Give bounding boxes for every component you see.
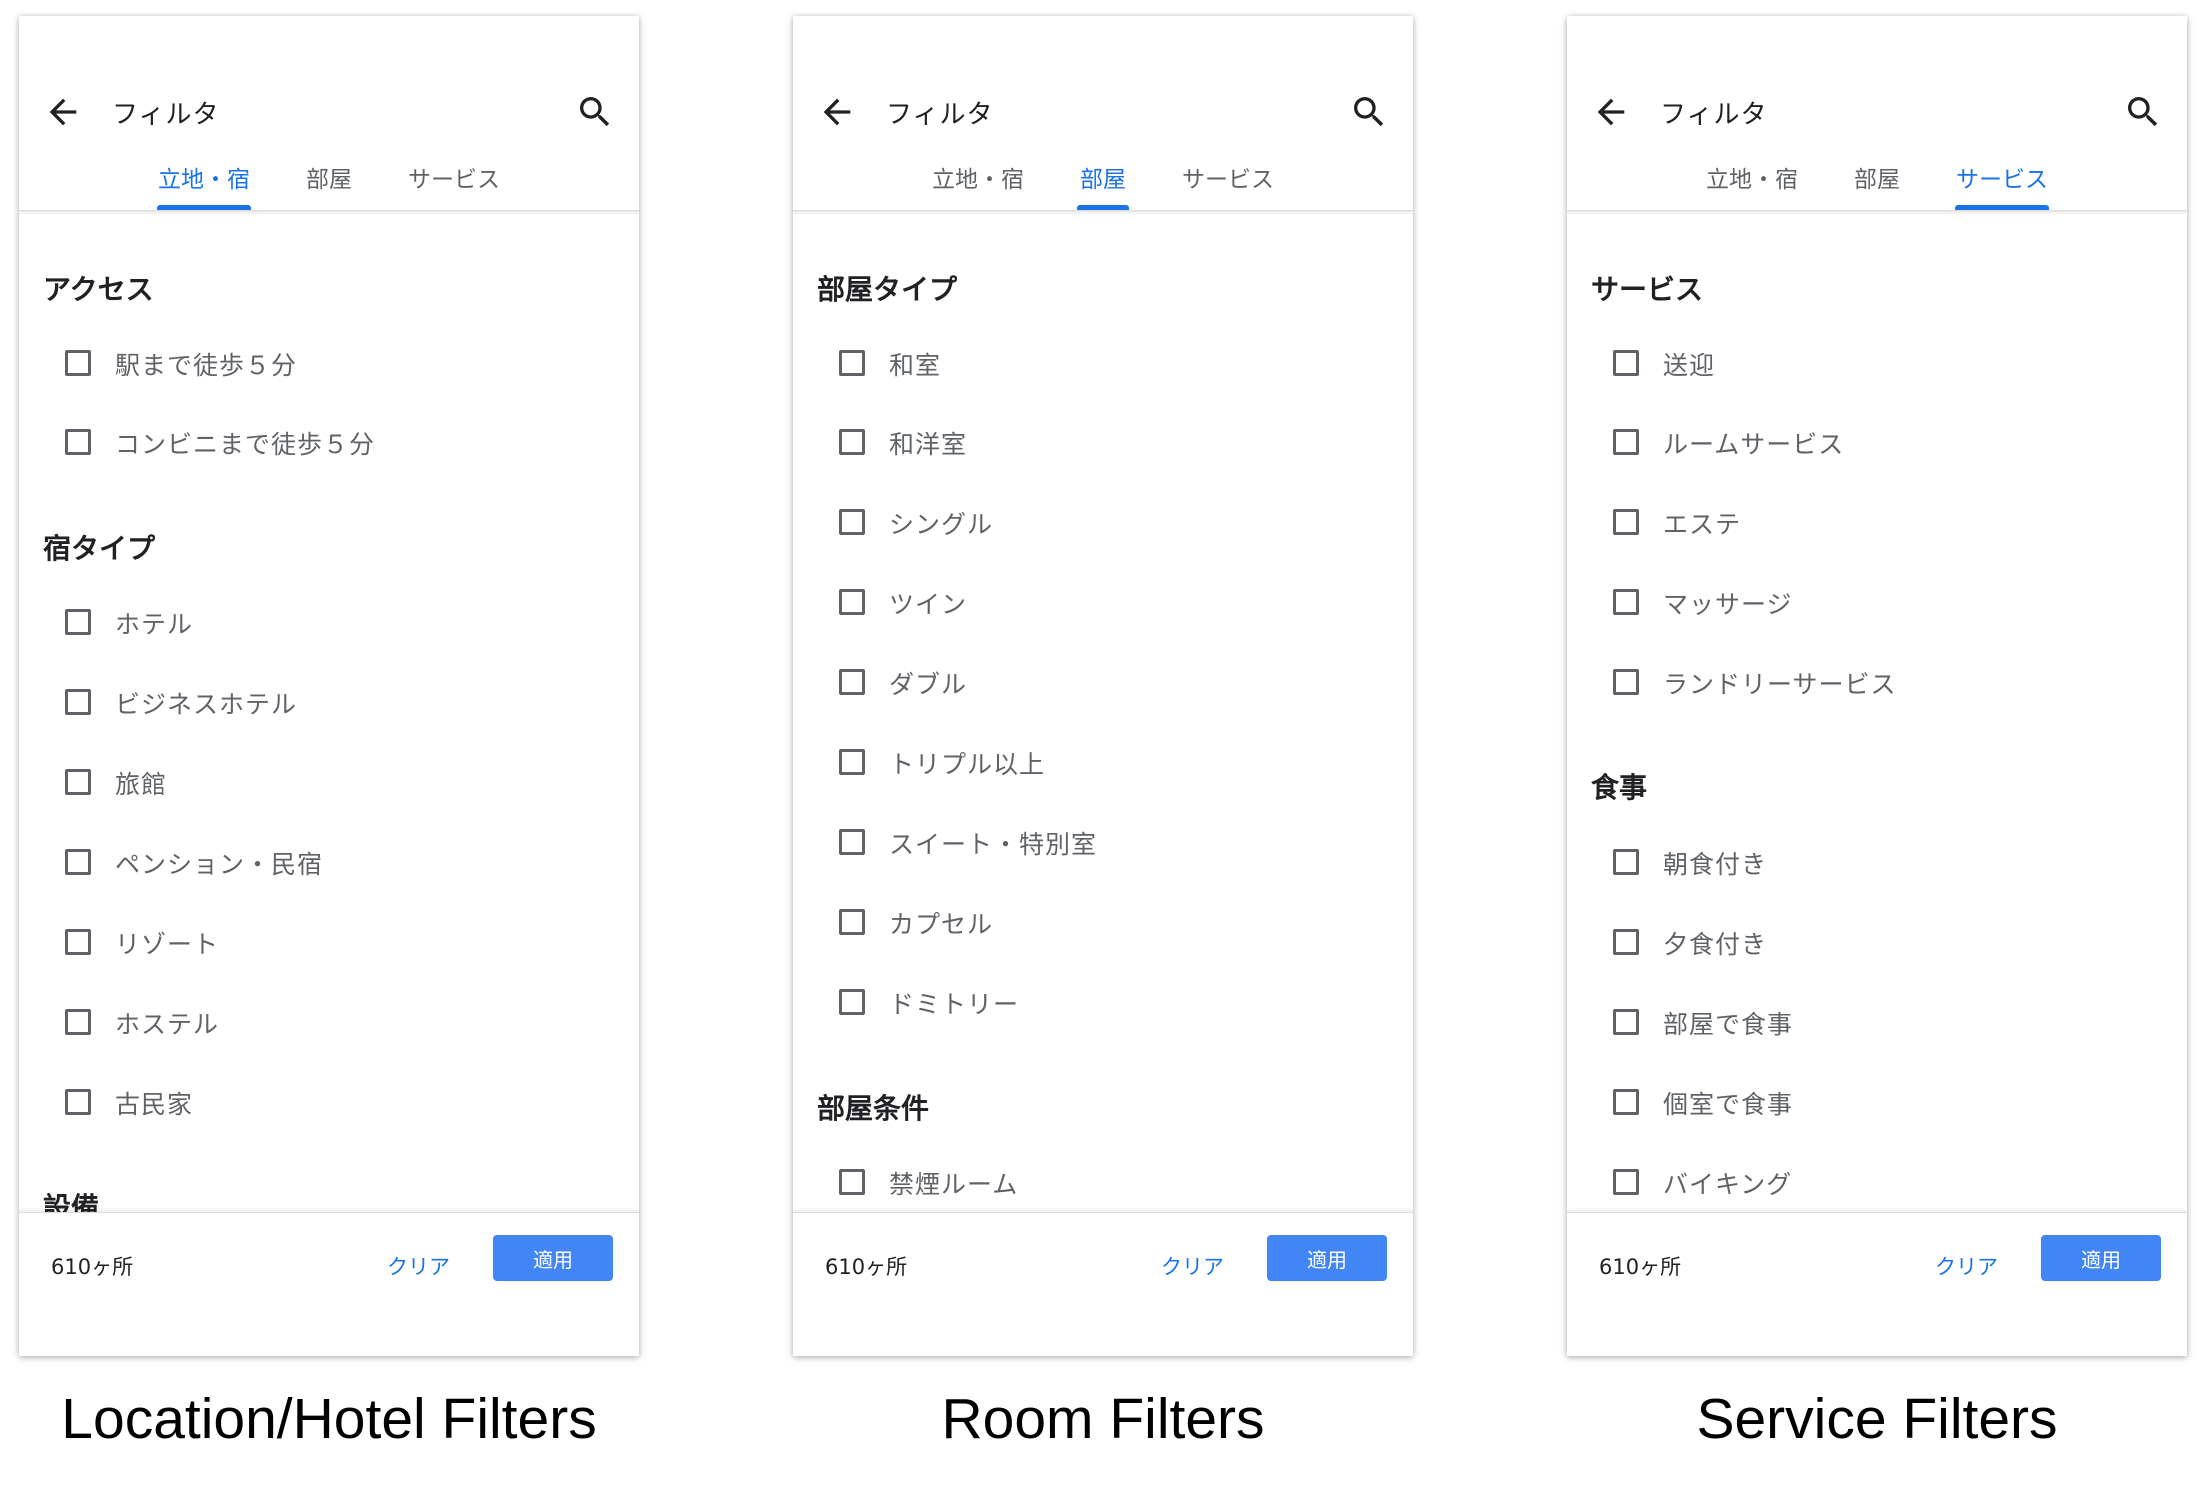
checkbox-icon[interactable] [1613,1169,1639,1195]
arrow-back-icon[interactable] [1591,92,1631,132]
checkbox-icon[interactable] [65,689,91,715]
checkbox-icon[interactable] [65,929,91,955]
checkbox-icon[interactable] [65,1089,91,1115]
checkbox-icon[interactable] [1613,1089,1639,1115]
checkbox-icon[interactable] [839,589,865,615]
arrow-back-icon[interactable] [817,92,857,132]
checkbox-icon[interactable] [1613,509,1639,535]
checkbox-icon[interactable] [839,829,865,855]
filter-screen-location: フィルタ 立地・宿 部屋 サービス アクセス 駅まで徒歩５分 コンビニまで徒歩５… [19,16,639,1356]
caption-room-filters: Room Filters [941,1387,1265,1451]
arrow-back-icon[interactable] [43,92,83,132]
filter-list: 部屋タイプ 和室 和洋室 シングル ツイン ダブル トリプル以上 スイート・特別… [793,211,1413,1212]
tab-location[interactable]: 立地・宿 [931,160,1025,208]
page-title: フィルタ [886,100,994,130]
checkbox-icon[interactable] [65,609,91,635]
tab-bar: 立地・宿 部屋 サービス [19,160,639,210]
checkbox-icon[interactable] [65,429,91,455]
caption-service-filters: Service Filters [1696,1387,2058,1451]
search-icon[interactable] [575,92,615,132]
tab-service[interactable]: サービス [1955,160,2049,210]
app-bar: フィルタ 立地・宿 部屋 サービス [793,16,1413,211]
tab-room[interactable]: 部屋 [1077,160,1129,210]
checkbox-icon[interactable] [839,1169,865,1195]
section-title-facilities: 設備 [43,1191,100,1212]
checkbox-icon[interactable] [65,769,91,795]
checkbox-icon[interactable] [1613,429,1639,455]
clear-button[interactable]: クリア [387,1251,450,1281]
checkbox-icon[interactable] [1613,669,1639,695]
checkbox-icon[interactable] [839,429,865,455]
filter-list: サービス 送迎 ルームサービス エステ マッサージ ランドリーサービス 食事 朝… [1567,211,2187,1212]
checkbox-icon[interactable] [1613,1009,1639,1035]
clear-button[interactable]: クリア [1161,1251,1224,1281]
checkbox-icon[interactable] [65,350,91,376]
tab-location[interactable]: 立地・宿 [1705,160,1799,208]
apply-button[interactable]: 適用 [493,1235,613,1281]
checkbox-icon[interactable] [1613,929,1639,955]
section-title-hotel-type: 宿タイプ [43,532,156,565]
tab-service[interactable]: サービス [1181,160,1275,208]
app-bar: フィルタ 立地・宿 部屋 サービス [19,16,639,211]
page-title: フィルタ [112,100,220,130]
checkbox-icon[interactable] [839,669,865,695]
tab-service[interactable]: サービス [407,160,501,208]
section-title-service: サービス [1591,273,1704,306]
caption-location-hotel-filters: Location/Hotel Filters [61,1387,597,1451]
tab-room[interactable]: 部屋 [303,160,355,208]
filter-list: アクセス 駅まで徒歩５分 コンビニまで徒歩５分 宿タイプ ホテル ビジネスホテル… [19,211,639,1212]
section-title-access: アクセス [43,273,154,306]
section-title-room-type: 部屋タイプ [817,273,958,306]
clear-button[interactable]: クリア [1935,1251,1998,1281]
search-icon[interactable] [2123,92,2163,132]
result-count: 610ヶ所 [1599,1255,1682,1279]
checkbox-icon[interactable] [839,350,865,376]
checkbox-icon[interactable] [1613,849,1639,875]
section-title-meals: 食事 [1591,771,1648,804]
bottom-bar: 610ヶ所 クリア 適用 [793,1212,1413,1356]
apply-button[interactable]: 適用 [1267,1235,1387,1281]
checkbox-icon[interactable] [839,509,865,535]
bottom-bar: 610ヶ所 クリア 適用 [19,1212,639,1356]
result-count: 610ヶ所 [825,1255,908,1279]
filter-screen-service: フィルタ 立地・宿 部屋 サービス サービス 送迎 ルームサービス エステ マッ… [1567,16,2187,1356]
result-count: 610ヶ所 [51,1255,134,1279]
filter-screen-room: フィルタ 立地・宿 部屋 サービス 部屋タイプ 和室 和洋室 シングル ツイン … [793,16,1413,1356]
checkbox-icon[interactable] [1613,350,1639,376]
checkbox-icon[interactable] [1613,589,1639,615]
tab-bar: 立地・宿 部屋 サービス [1567,160,2187,210]
page-title: フィルタ [1660,100,1768,130]
tab-location[interactable]: 立地・宿 [157,160,251,210]
checkbox-icon[interactable] [839,909,865,935]
checkbox-icon[interactable] [65,1009,91,1035]
apply-button[interactable]: 適用 [2041,1235,2161,1281]
tab-room[interactable]: 部屋 [1851,160,1903,208]
search-icon[interactable] [1349,92,1389,132]
checkbox-icon[interactable] [839,749,865,775]
checkbox-icon[interactable] [65,849,91,875]
bottom-bar: 610ヶ所 クリア 適用 [1567,1212,2187,1356]
section-title-room-conditions: 部屋条件 [817,1092,930,1125]
checkbox-icon[interactable] [839,989,865,1015]
app-bar: フィルタ 立地・宿 部屋 サービス [1567,16,2187,211]
tab-bar: 立地・宿 部屋 サービス [793,160,1413,210]
